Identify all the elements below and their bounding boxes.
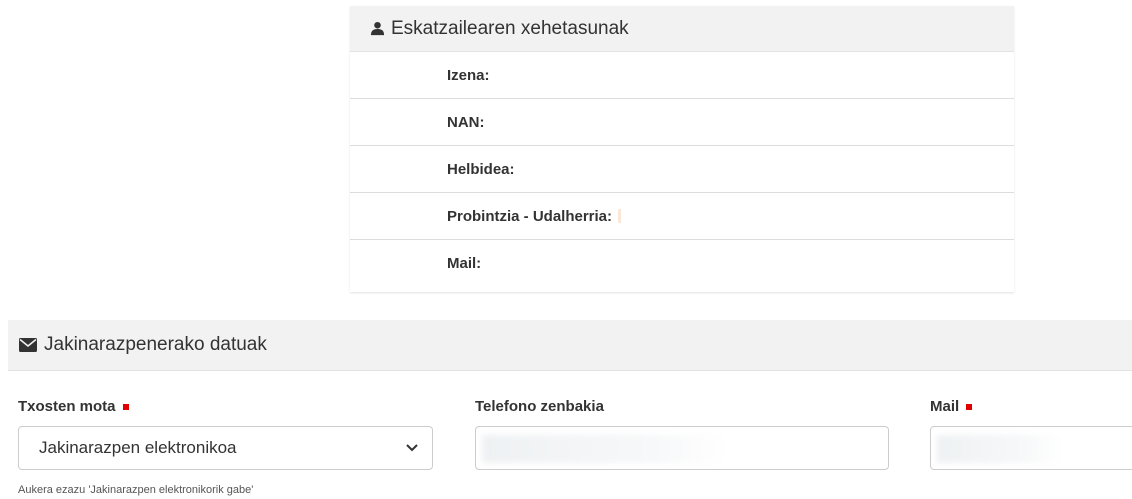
detail-row-province: Probintzia - Udalherria:	[350, 193, 1014, 240]
report-type-label-text: Txosten mota	[18, 398, 116, 415]
notification-section-heading: Jakinarazpenerako datuak	[8, 320, 1132, 371]
phone-input[interactable]	[475, 426, 889, 470]
phone-label-text: Telefono zenbakia	[475, 398, 604, 415]
mail-label-text: Mail	[930, 398, 960, 415]
report-type-label: Txosten mota	[18, 398, 129, 415]
detail-row-name: Izena:	[350, 52, 1014, 99]
envelope-icon	[19, 338, 37, 352]
applicant-details-panel: Eskatzailearen xehetasunak Izena: NAN: H…	[350, 6, 1014, 292]
chevron-down-icon	[406, 444, 418, 452]
detail-label: Izena:	[447, 66, 490, 84]
detail-row-address: Helbidea:	[350, 146, 1014, 193]
report-type-selected-value: Jakinarazpen elektronikoa	[39, 438, 237, 457]
user-icon	[370, 21, 385, 36]
phone-label: Telefono zenbakia	[475, 398, 604, 415]
mail-label: Mail	[930, 398, 973, 415]
detail-label: NAN:	[447, 113, 485, 131]
detail-label: Mail:	[447, 255, 482, 272]
applicant-panel-title: Eskatzailearen xehetasunak	[391, 17, 629, 39]
report-type-select[interactable]: Jakinarazpen elektronikoa	[18, 426, 433, 470]
required-marker	[122, 403, 129, 410]
notification-section-title: Jakinarazpenerako datuak	[44, 334, 267, 355]
redacted-mail-value	[937, 435, 1062, 463]
redacted-phone-value	[482, 435, 730, 463]
report-type-help-text: Aukera ezazu 'Jakinarazpen elektronikori…	[18, 484, 254, 496]
required-marker	[966, 403, 973, 410]
detail-row-id: NAN:	[350, 99, 1014, 146]
detail-label: Helbidea:	[447, 160, 515, 178]
detail-label: Probintzia - Udalherria:	[447, 207, 613, 225]
redacted-value	[618, 209, 622, 223]
applicant-panel-heading: Eskatzailearen xehetasunak	[350, 6, 1014, 52]
mail-input[interactable]	[930, 426, 1132, 470]
detail-row-mail: Mail:	[350, 240, 1014, 287]
